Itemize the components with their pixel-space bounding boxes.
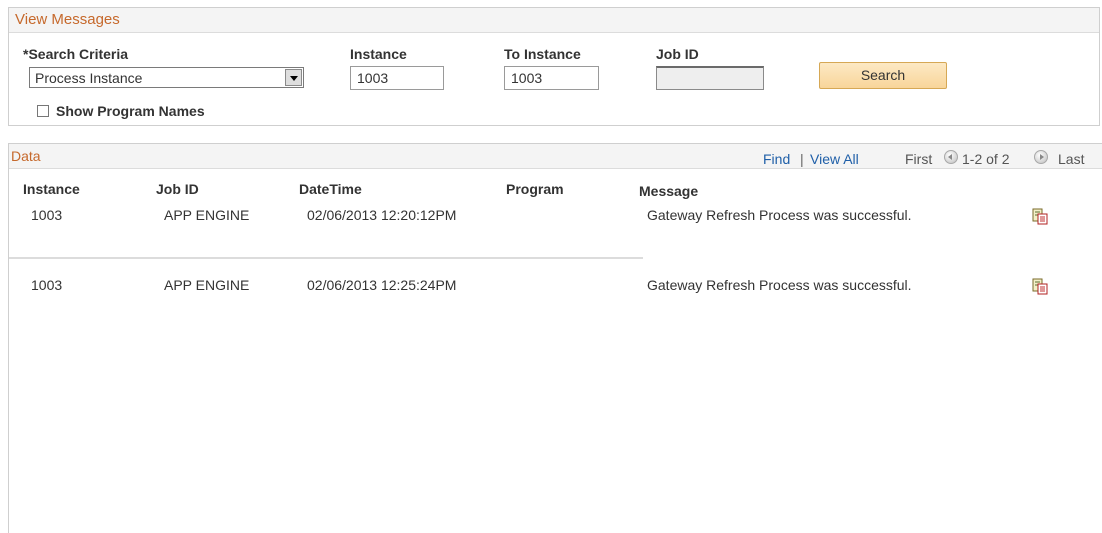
row-instance: 1003 <box>31 277 63 293</box>
data-header: Data Find | View All First 1-2 of 2 Last <box>9 144 1102 169</box>
column-header-datetime: DateTime <box>299 181 362 197</box>
view-all-link[interactable]: View All <box>810 151 859 167</box>
job-id-input <box>656 66 764 90</box>
row-instance: 1003 <box>31 207 63 223</box>
column-header-instance: Instance <box>23 181 80 197</box>
search-button[interactable]: Search <box>819 62 947 89</box>
chevron-down-icon[interactable] <box>285 69 302 86</box>
search-criteria-select[interactable]: Process Instance <box>29 67 304 88</box>
column-header-program: Program <box>506 181 564 197</box>
row-job-id: APP ENGINE <box>164 277 250 293</box>
search-criteria-value: Process Instance <box>35 70 143 86</box>
row-datetime: 02/06/2013 12:20:12PM <box>307 207 457 223</box>
message-detail-icon[interactable] <box>1032 278 1048 295</box>
row-range: 1-2 of 2 <box>962 151 1010 167</box>
job-id-label: Job ID <box>656 46 699 62</box>
row-message: Gateway Refresh Process was successful. <box>647 207 912 223</box>
last-link[interactable]: Last <box>1058 151 1084 167</box>
row-job-id: APP ENGINE <box>164 207 250 223</box>
data-title: Data <box>11 148 41 164</box>
row-datetime: 02/06/2013 12:25:24PM <box>307 277 457 293</box>
row-divider <box>9 257 643 259</box>
view-messages-panel: View Messages *Search Criteria Process I… <box>8 7 1100 126</box>
previous-icon[interactable] <box>944 150 958 164</box>
show-program-names-checkbox[interactable] <box>37 105 49 117</box>
instance-input[interactable] <box>350 66 444 90</box>
message-detail-icon[interactable] <box>1032 208 1048 225</box>
row-message: Gateway Refresh Process was successful. <box>647 277 912 293</box>
data-panel: Data Find | View All First 1-2 of 2 Last… <box>8 143 1102 533</box>
instance-label: Instance <box>350 46 407 62</box>
nav-separator: | <box>800 151 804 167</box>
find-link[interactable]: Find <box>763 151 790 167</box>
to-instance-input[interactable] <box>504 66 599 90</box>
view-messages-title: View Messages <box>9 8 1099 33</box>
show-program-names-label: Show Program Names <box>56 103 205 119</box>
first-link[interactable]: First <box>905 151 932 167</box>
to-instance-label: To Instance <box>504 46 581 62</box>
search-criteria-label: *Search Criteria <box>23 46 129 62</box>
next-icon[interactable] <box>1034 150 1048 164</box>
column-header-job-id: Job ID <box>156 181 199 197</box>
column-header-message: Message <box>639 183 699 199</box>
